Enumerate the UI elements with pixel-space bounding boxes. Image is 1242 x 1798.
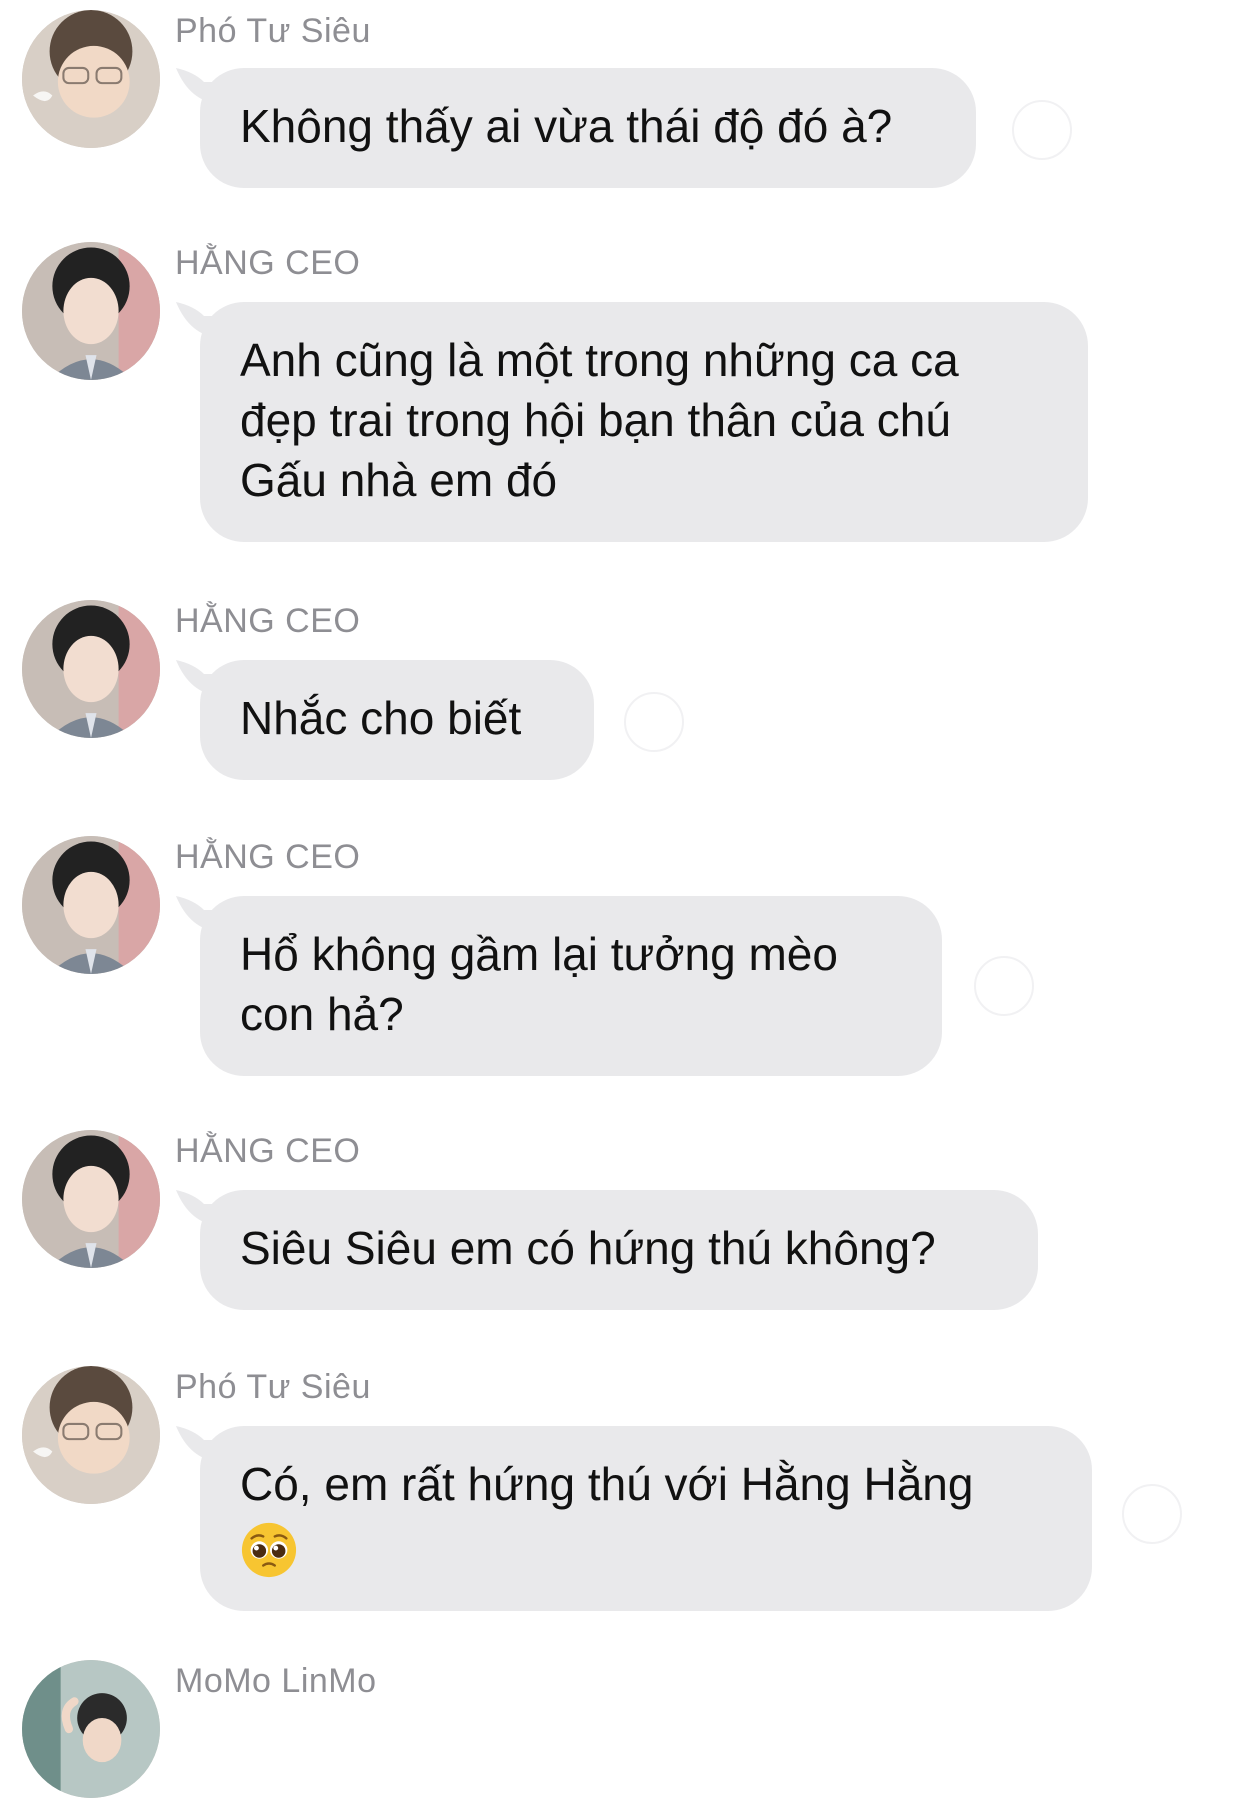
message-bubble[interactable]: Có, em rất hứng thú với Hằng Hằng bbox=[200, 1426, 1092, 1611]
avatar[interactable] bbox=[22, 242, 160, 380]
message-line: Anh cũng là một trong những ca ca bbox=[240, 334, 959, 386]
message-text: Không thấy ai vừa thái độ đó à? bbox=[240, 100, 893, 152]
avatar[interactable] bbox=[22, 10, 160, 148]
sender-name: HẰNG CEO bbox=[175, 838, 361, 876]
sender-name: Phó Tư Siêu bbox=[175, 12, 371, 50]
message-text: Nhắc cho biết bbox=[240, 692, 522, 744]
avatar[interactable] bbox=[22, 1660, 160, 1798]
react-button[interactable] bbox=[974, 956, 1034, 1016]
avatar[interactable] bbox=[22, 1130, 160, 1268]
pleading-face-emoji bbox=[240, 1521, 298, 1579]
message-bubble[interactable]: Nhắc cho biết bbox=[200, 660, 594, 780]
sender-name: MoMo LinMo bbox=[175, 1662, 377, 1700]
sender-name: HẰNG CEO bbox=[175, 602, 361, 640]
message-bubble[interactable]: Anh cũng là một trong những ca ca đẹp tr… bbox=[200, 302, 1088, 542]
react-button[interactable] bbox=[1122, 1484, 1182, 1544]
message-line: Gấu nhà em đó bbox=[240, 454, 558, 506]
message-bubble[interactable]: Siêu Siêu em có hứng thú không? bbox=[200, 1190, 1038, 1310]
message-text: Có, em rất hứng thú với Hằng Hằng bbox=[240, 1458, 974, 1510]
avatar[interactable] bbox=[22, 1366, 160, 1504]
avatar[interactable] bbox=[22, 836, 160, 974]
sender-name: Phó Tư Siêu bbox=[175, 1368, 371, 1406]
react-button[interactable] bbox=[624, 692, 684, 752]
sender-name: HẰNG CEO bbox=[175, 1132, 361, 1170]
message-line: Hổ không gầm lại tưởng mèo bbox=[240, 928, 838, 980]
message-bubble[interactable]: Hổ không gầm lại tưởng mèo con hả? bbox=[200, 896, 942, 1076]
message-text: Siêu Siêu em có hứng thú không? bbox=[240, 1222, 936, 1274]
message-line: đẹp trai trong hội bạn thân của chú bbox=[240, 394, 951, 446]
avatar[interactable] bbox=[22, 600, 160, 738]
message-line: con hả? bbox=[240, 988, 404, 1040]
message-bubble[interactable]: Không thấy ai vừa thái độ đó à? bbox=[200, 68, 976, 188]
react-button[interactable] bbox=[1012, 100, 1072, 160]
sender-name: HẰNG CEO bbox=[175, 244, 361, 282]
